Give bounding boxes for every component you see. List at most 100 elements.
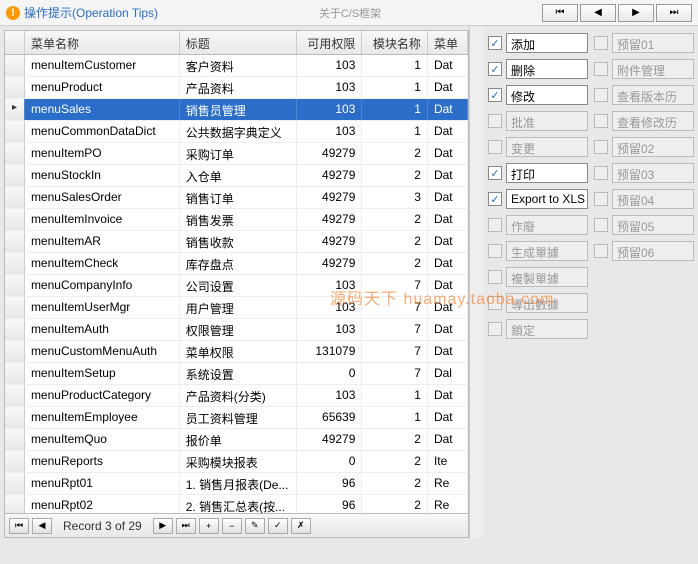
table-row[interactable]: menuItemSetup系统设置07Dal <box>5 363 468 385</box>
reserved-row: 预留01 <box>594 32 694 54</box>
table-row[interactable]: menuItemCustomer客户资料1031Dat <box>5 55 468 77</box>
cell-menu-name: menuItemUserMgr <box>25 297 180 318</box>
table-row[interactable]: menuItemAR销售收款492792Dat <box>5 231 468 253</box>
cell-menu-name: menuCommonDataDict <box>25 121 180 142</box>
permission-label[interactable]: Export to XLS <box>506 189 588 209</box>
page-remove-button[interactable]: − <box>222 518 242 534</box>
checkbox <box>594 166 608 180</box>
table-row[interactable]: menuCustomMenuAuth菜单权限1310797Dat <box>5 341 468 363</box>
table-row[interactable]: menuSalesOrder销售订单492793Dat <box>5 187 468 209</box>
cell-module: 7 <box>362 275 428 296</box>
cell-module: 2 <box>362 231 428 252</box>
cell-menu-name: menuReports <box>25 451 180 472</box>
table-row[interactable]: menuItemPO采购订单492792Dat <box>5 143 468 165</box>
page-next-button[interactable]: ▶ <box>153 518 173 534</box>
data-grid: 菜单名称 标题 可用权限 模块名称 菜单 menuItemCustomer客户资… <box>4 30 469 538</box>
operation-tips[interactable]: ! 操作提示(Operation Tips) <box>6 4 158 21</box>
reserved-row: 查看版本历 <box>594 84 694 106</box>
grid-body[interactable]: menuItemCustomer客户资料1031DatmenuProduct产品… <box>5 55 468 513</box>
table-row[interactable]: menuProduct产品资料1031Dat <box>5 77 468 99</box>
table-row[interactable]: menuProductCategory产品资料(分类)1031Dat <box>5 385 468 407</box>
cell-menu: Dat <box>428 275 468 296</box>
cell-menu-name: menuItemPO <box>25 143 180 164</box>
cell-permission: 49279 <box>297 253 363 274</box>
cell-module: 2 <box>362 495 428 513</box>
permission-label[interactable]: 添加 <box>506 33 588 53</box>
row-indicator <box>5 77 25 98</box>
table-row[interactable]: menuRpt022. 销售汇总表(按...962Re <box>5 495 468 513</box>
row-indicator <box>5 55 25 76</box>
cell-menu: Dat <box>428 385 468 406</box>
col-module[interactable]: 模块名称 <box>362 31 428 54</box>
cell-menu-name: menuSales <box>25 99 180 120</box>
cell-permission: 96 <box>297 495 363 513</box>
cell-permission: 131079 <box>297 341 363 362</box>
row-indicator <box>5 231 25 252</box>
permission-label[interactable]: 打印 <box>506 163 588 183</box>
record-indicator: Record 3 of 29 <box>55 519 150 533</box>
checkbox <box>488 140 502 154</box>
permission-label[interactable]: 删除 <box>506 59 588 79</box>
checkbox[interactable]: ✓ <box>488 36 502 50</box>
row-indicator <box>5 451 25 472</box>
table-row[interactable]: menuItemUserMgr用户管理1037Dat <box>5 297 468 319</box>
table-row[interactable]: menuRpt011. 销售月报表(De...962Re <box>5 473 468 495</box>
table-row[interactable]: menuItemQuo报价单492792Dat <box>5 429 468 451</box>
checkbox <box>488 296 502 310</box>
checkbox[interactable]: ✓ <box>488 62 502 76</box>
table-row[interactable]: menuItemCheck库存盘点492792Dat <box>5 253 468 275</box>
nav-next-button[interactable]: ▶ <box>618 4 654 22</box>
page-prev-button[interactable]: ◀ <box>32 518 52 534</box>
cell-menu: Dat <box>428 187 468 208</box>
table-row[interactable]: menuCommonDataDict公共数据字典定义1031Dat <box>5 121 468 143</box>
row-indicator-header <box>5 31 25 54</box>
page-last-button[interactable]: ⏭ <box>176 518 196 534</box>
vertical-scrollbar[interactable] <box>469 26 484 538</box>
table-row[interactable]: menuReports采购模块报表02Ite <box>5 451 468 473</box>
table-row[interactable]: menuItemAuth权限管理1037Dat <box>5 319 468 341</box>
nav-first-button[interactable]: ⏮ <box>542 4 578 22</box>
col-menu-name[interactable]: 菜单名称 <box>25 31 180 54</box>
permission-label[interactable]: 修改 <box>506 85 588 105</box>
cell-menu-name: menuRpt01 <box>25 473 180 494</box>
checkbox[interactable]: ✓ <box>488 88 502 102</box>
page-first-button[interactable]: ⏮ <box>9 518 29 534</box>
checkbox[interactable]: ✓ <box>488 166 502 180</box>
table-row[interactable]: menuItemEmployee员工资料管理656391Dat <box>5 407 468 429</box>
permission-row: 作廢 <box>488 214 588 236</box>
side-left-column: ✓添加✓删除✓修改批准变更✓打印✓Export to XLS作廢生成單據複製單據… <box>488 32 588 532</box>
table-row[interactable]: menuCompanyInfo公司设置1037Dat <box>5 275 468 297</box>
nav-last-button[interactable]: ⏭ <box>656 4 692 22</box>
nav-prev-button[interactable]: ◀ <box>580 4 616 22</box>
permission-row: 鎖定 <box>488 318 588 340</box>
col-permission[interactable]: 可用权限 <box>297 31 363 54</box>
col-title[interactable]: 标题 <box>180 31 297 54</box>
cell-permission: 103 <box>297 121 363 142</box>
page-add-button[interactable]: + <box>199 518 219 534</box>
table-row[interactable]: menuStockIn入仓单492792Dat <box>5 165 468 187</box>
checkbox <box>594 88 608 102</box>
permission-label: 作廢 <box>506 215 588 235</box>
page-cancel-button[interactable]: ✗ <box>291 518 311 534</box>
reserved-label: 附件管理 <box>612 59 694 79</box>
cell-menu-name: menuCustomMenuAuth <box>25 341 180 362</box>
cell-menu: Dat <box>428 55 468 76</box>
table-row[interactable]: menuItemInvoice销售发票492792Dat <box>5 209 468 231</box>
permission-label: 变更 <box>506 137 588 157</box>
cell-title: 菜单权限 <box>180 341 297 362</box>
table-row[interactable]: ▸menuSales销售员管理1031Dat <box>5 99 468 121</box>
reserved-label: 预留04 <box>612 189 694 209</box>
cell-menu: Dat <box>428 165 468 186</box>
row-indicator <box>5 385 25 406</box>
col-menu[interactable]: 菜单 <box>428 31 468 54</box>
checkbox[interactable]: ✓ <box>488 192 502 206</box>
checkbox <box>488 244 502 258</box>
page-confirm-button[interactable]: ✓ <box>268 518 288 534</box>
cell-permission: 96 <box>297 473 363 494</box>
cell-title: 销售收款 <box>180 231 297 252</box>
permission-row: ✓ 添加 <box>488 32 588 54</box>
cell-menu-name: menuProductCategory <box>25 385 180 406</box>
cell-title: 产品资料 <box>180 77 297 98</box>
cell-menu: Dat <box>428 143 468 164</box>
page-edit-button[interactable]: ✎ <box>245 518 265 534</box>
